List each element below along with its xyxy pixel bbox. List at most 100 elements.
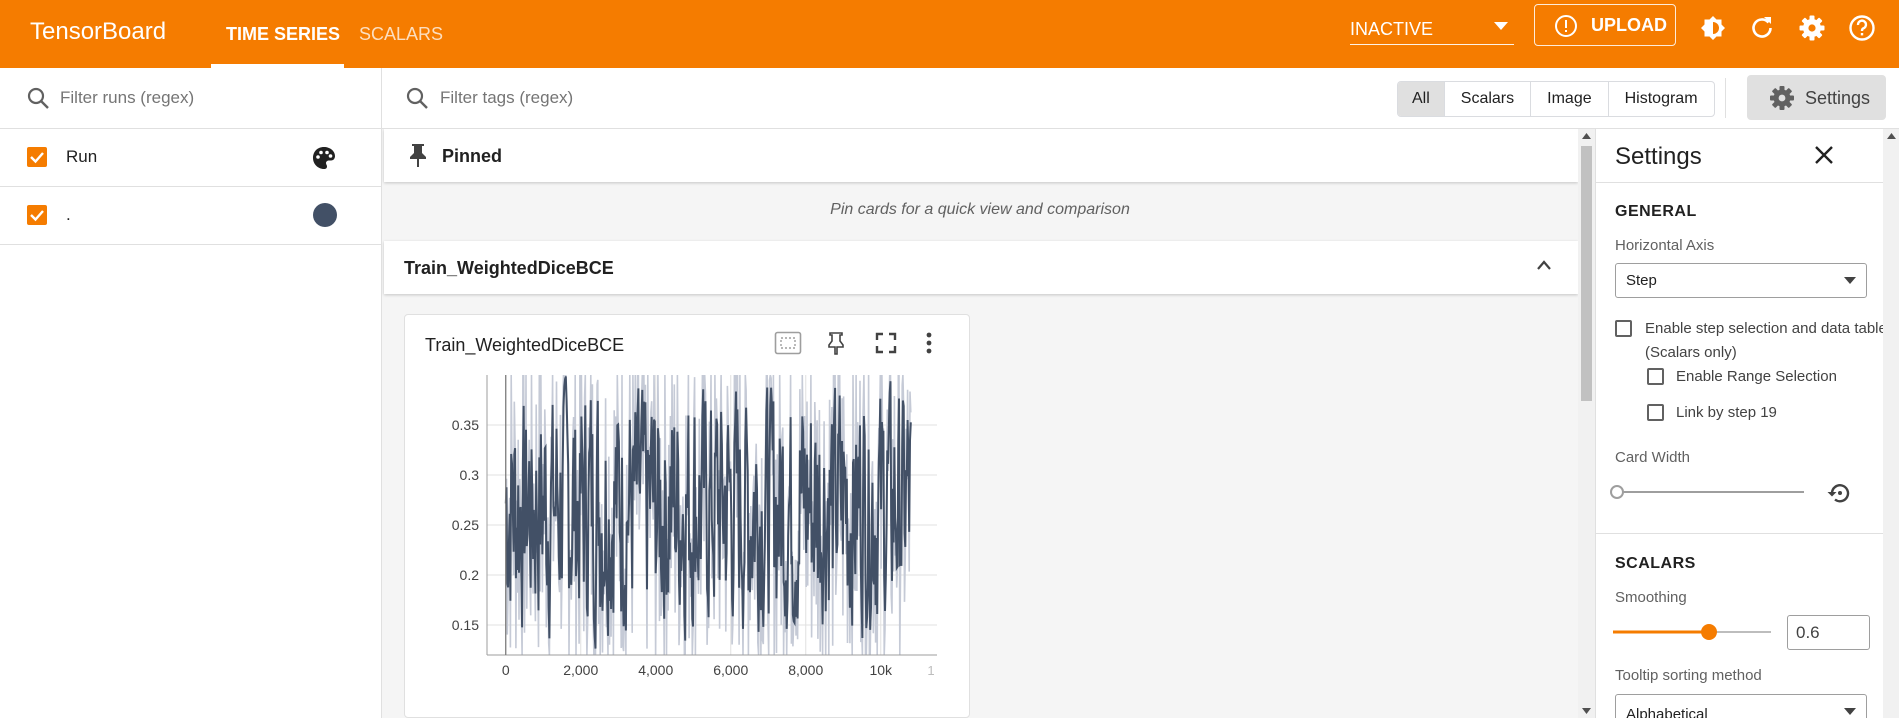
upload-label: UPLOAD <box>1591 15 1667 35</box>
general-heading: GENERAL <box>1615 203 1697 220</box>
fit-domain-icon[interactable] <box>774 331 802 355</box>
divider <box>1596 533 1899 534</box>
scroll-thumb[interactable] <box>1581 146 1592 401</box>
x-tick-label: 0 <box>502 662 510 678</box>
y-tick-label: 0.3 <box>460 467 480 483</box>
settings-panel: Settings GENERAL Horizontal Axis Step En… <box>1595 129 1899 718</box>
run-label: Run <box>66 147 98 166</box>
pinned-empty-message: Pin cards for a quick view and compariso… <box>830 201 1130 218</box>
reset-icon[interactable] <box>1826 481 1852 505</box>
tooltip-sort-select[interactable]: Alphabetical <box>1615 694 1867 718</box>
run-label: . <box>66 205 71 224</box>
more-vert-icon[interactable] <box>924 331 934 355</box>
cards-area: Pinned Pin cards for a quick view and co… <box>382 129 1578 718</box>
smoothing-slider[interactable] <box>1613 622 1775 642</box>
close-icon[interactable] <box>1813 144 1835 166</box>
filter-histogram-button[interactable]: Histogram <box>1607 82 1714 116</box>
tab-time-series[interactable]: TIME SERIES <box>226 18 340 50</box>
scalars-heading: SCALARS <box>1615 555 1696 572</box>
palette-icon[interactable] <box>311 145 337 171</box>
tag-filter-input[interactable]: Filter tags (regex) <box>440 86 573 110</box>
smoothing-label: Smoothing <box>1615 589 1687 606</box>
filter-scalars-button[interactable]: Scalars <box>1443 82 1530 116</box>
top-app-bar: TensorBoard TIME SERIES SCALARS INACTIVE… <box>0 0 1899 68</box>
filter-all-button[interactable]: All <box>1398 82 1444 116</box>
card-group-header[interactable]: Train_WeightedDiceBCE <box>384 241 1578 294</box>
runs-filter-placeholder: Filter runs (regex) <box>60 88 195 107</box>
pinned-section-header: Pinned <box>384 129 1578 182</box>
card-title: Train_WeightedDiceBCE <box>425 335 625 355</box>
step-selection-sublabel: (Scalars only) <box>1645 344 1737 361</box>
y-tick-label: 0.2 <box>460 567 480 583</box>
pin-icon[interactable] <box>826 331 846 355</box>
x-tick-label: 6,000 <box>713 662 748 678</box>
settings-button-label: Settings <box>1805 88 1871 108</box>
x-tick-label: 10k <box>869 662 893 678</box>
run-row: . <box>0 186 381 245</box>
upload-button[interactable]: UPLOAD <box>1534 4 1676 46</box>
x-tick-label: 1 <box>927 663 934 678</box>
run-checkbox[interactable] <box>27 205 47 225</box>
chevron-down-icon <box>1844 277 1856 284</box>
smoothing-input[interactable] <box>1787 615 1870 650</box>
settings-scrollbar[interactable] <box>1883 129 1899 718</box>
x-tick-label: 2,000 <box>563 662 598 678</box>
tooltip-sort-label: Tooltip sorting method <box>1615 667 1762 684</box>
tooltip-sort-value: Alphabetical <box>1626 706 1708 718</box>
y-tick-label: 0.15 <box>452 617 479 633</box>
search-icon <box>27 87 49 109</box>
horizontal-axis-select[interactable]: Step <box>1615 263 1867 298</box>
fullscreen-icon[interactable] <box>874 331 898 355</box>
link-step-label: Link by step 19 <box>1676 404 1777 421</box>
scroll-up-arrow[interactable] <box>1582 133 1591 139</box>
line-chart[interactable]: 0.15 0.2 0.25 0.3 0.35 0 2,000 4,000 6,000 8,000… <box>405 370 971 700</box>
x-tick-label: 4,000 <box>638 662 673 678</box>
card-type-filter: All Scalars Image Histogram <box>1397 81 1715 117</box>
divider <box>1725 78 1726 118</box>
divider <box>1596 182 1899 183</box>
pinned-title: Pinned <box>442 146 503 166</box>
theme-icon[interactable] <box>1699 14 1727 42</box>
horizontal-axis-label: Horizontal Axis <box>1615 237 1715 254</box>
card-group-title: Train_WeightedDiceBCE <box>404 258 614 278</box>
chevron-down-icon <box>1494 22 1508 30</box>
y-tick-label: 0.35 <box>452 417 479 433</box>
range-selection-checkbox[interactable] <box>1647 368 1664 385</box>
run-checkbox[interactable] <box>27 147 47 167</box>
runs-filter-field[interactable]: Filter runs (regex) <box>0 68 381 129</box>
range-selection-label: Enable Range Selection <box>1676 368 1837 385</box>
tab-scalars[interactable]: SCALARS <box>359 18 443 50</box>
card-width-label: Card Width <box>1615 449 1691 466</box>
runs-panel: Filter runs (regex) Run . <box>0 68 382 718</box>
settings-title: Settings <box>1615 143 1702 170</box>
chevron-down-icon <box>1844 708 1856 715</box>
step-selection-label: Enable step selection and data table <box>1645 320 1887 337</box>
info-icon <box>1555 15 1577 37</box>
settings-toggle-button[interactable]: Settings <box>1747 75 1886 120</box>
x-tick-label: 8,000 <box>788 662 823 678</box>
step-selection-checkbox[interactable] <box>1615 320 1632 337</box>
scroll-down-arrow[interactable] <box>1582 708 1591 714</box>
settings-icon <box>1770 86 1794 110</box>
horizontal-axis-value: Step <box>1626 272 1657 289</box>
pin-icon <box>410 144 426 167</box>
filter-image-button[interactable]: Image <box>1530 82 1607 116</box>
reload-mode-value: INACTIVE <box>1350 19 1434 39</box>
chevron-up-icon[interactable] <box>1536 259 1552 271</box>
card-width-slider[interactable] <box>1609 484 1809 500</box>
help-icon[interactable] <box>1848 14 1876 42</box>
search-icon <box>406 87 428 109</box>
link-step-checkbox[interactable] <box>1647 404 1664 421</box>
reload-mode-select[interactable]: INACTIVE <box>1350 14 1514 45</box>
scroll-up-arrow[interactable] <box>1887 133 1896 139</box>
check-icon <box>30 210 44 222</box>
run-row: Run <box>0 128 381 187</box>
scalar-card: Train_WeightedDiceBCE 0.15 0.2 0.25 0.3 0.35… <box>404 314 970 718</box>
run-color-swatch[interactable] <box>313 203 337 227</box>
reload-icon[interactable] <box>1748 14 1776 42</box>
settings-icon[interactable] <box>1798 14 1826 42</box>
content-scrollbar[interactable] <box>1578 129 1595 718</box>
y-tick-label: 0.25 <box>452 517 479 533</box>
tag-filter-bar: Filter tags (regex) All Scalars Image Hi… <box>382 68 1899 129</box>
app-title: TensorBoard <box>30 18 167 45</box>
